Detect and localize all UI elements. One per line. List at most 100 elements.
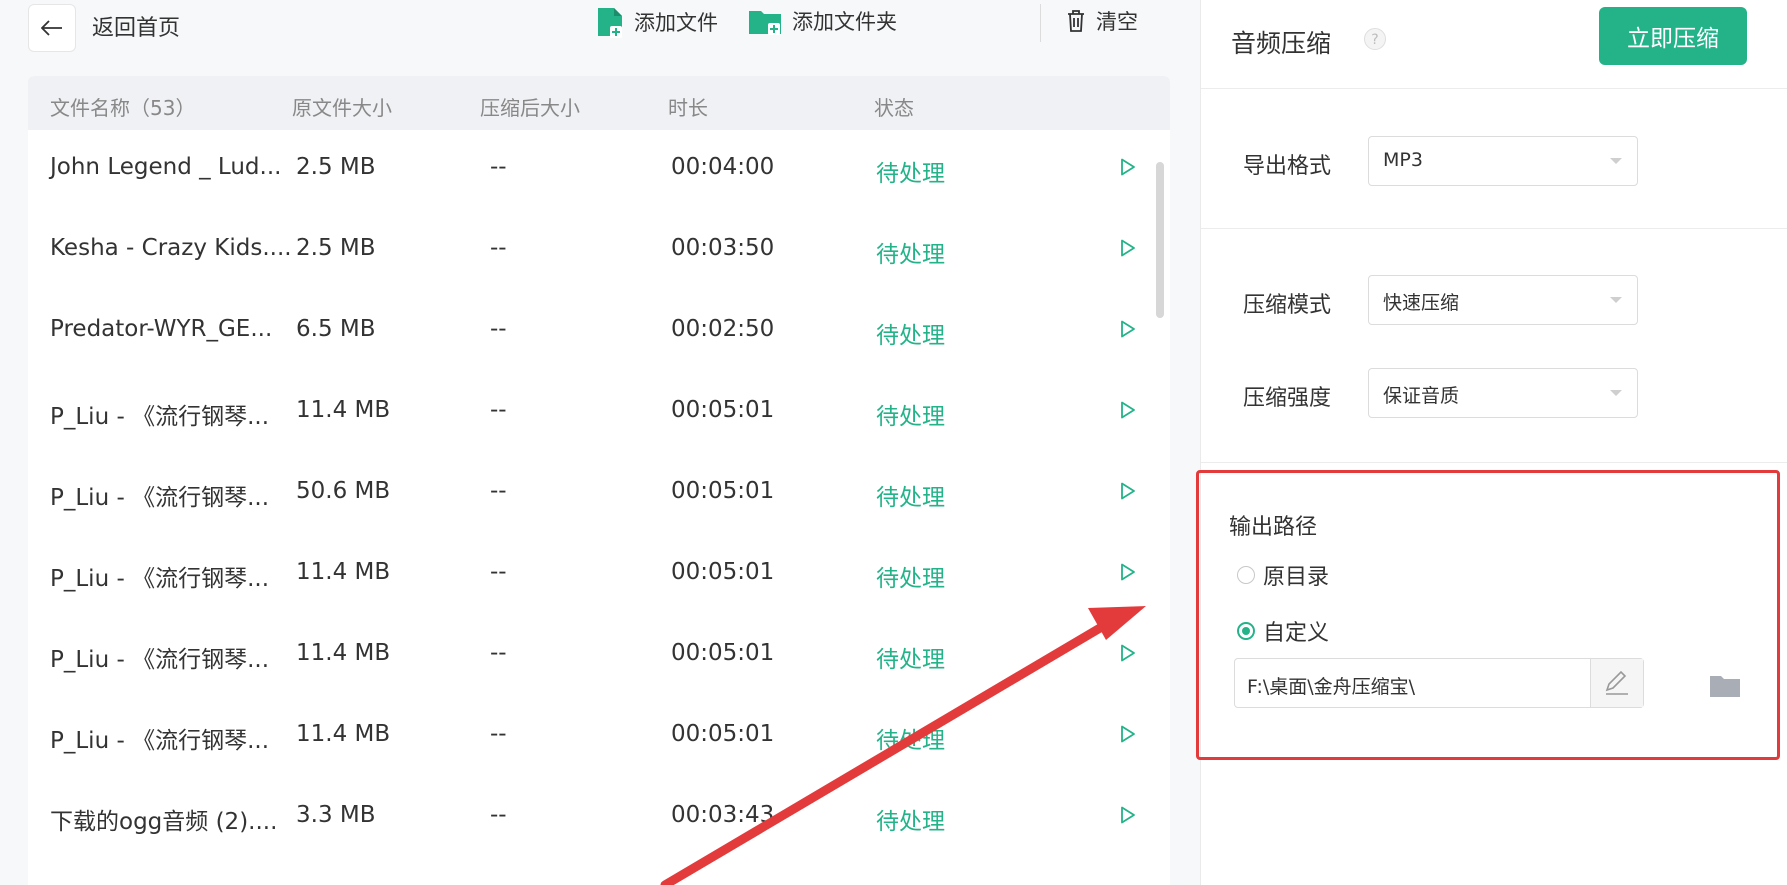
original-size-cell: 50.6 MB [296, 478, 391, 504]
panel-title: 音频压缩 [1231, 29, 1332, 58]
play-icon[interactable] [1120, 401, 1136, 419]
compressed-size-cell: -- [490, 559, 507, 585]
svg-text:?: ? [1371, 32, 1378, 48]
compressed-size-cell: -- [490, 397, 507, 423]
file-name-cell: Predator-WYR_GE... [50, 316, 273, 342]
chevron-down-icon [1610, 390, 1622, 396]
compress-mode-select[interactable]: 快速压缩 [1368, 275, 1638, 325]
panel-divider [1201, 462, 1787, 463]
file-name-cell: P_Liu - 《流行钢琴... [50, 485, 270, 511]
list-scrollbar[interactable] [1156, 162, 1164, 318]
table-header: 文件名称（53） 原文件大小 压缩后大小 时长 状态 [28, 76, 1170, 130]
output-path-field[interactable]: F:\桌面\金舟压缩宝\ [1234, 658, 1644, 708]
clear-button[interactable]: 清空 [1066, 6, 1138, 36]
radio-circle-selected [1237, 622, 1255, 640]
back-button[interactable] [28, 4, 76, 52]
table-row[interactable]: P_Liu - 《流行钢琴... 11.4 MB -- 00:05:01 待处理 [28, 697, 1148, 778]
radio-custom-label: 自定义 [1263, 621, 1330, 646]
file-name-cell: P_Liu - 《流行钢琴... [50, 728, 270, 754]
edit-path-button[interactable] [1590, 659, 1643, 707]
compress-strength-label: 压缩强度 [1243, 386, 1332, 411]
duration-cell: 00:05:01 [671, 640, 775, 666]
compress-now-button[interactable]: 立即压缩 [1599, 7, 1747, 65]
play-icon[interactable] [1120, 482, 1136, 500]
file-name-cell: P_Liu - 《流行钢琴... [50, 404, 270, 430]
status-badge: 待处理 [876, 566, 945, 592]
duration-cell: 00:05:01 [671, 721, 775, 747]
add-file-button[interactable]: 添加文件 [596, 6, 718, 38]
original-size-cell: 11.4 MB [296, 640, 391, 666]
original-size-cell: 11.4 MB [296, 721, 391, 747]
duration-cell: 00:02:50 [671, 316, 775, 342]
radio-original-label: 原目录 [1263, 565, 1330, 590]
duration-cell: 00:03:50 [671, 235, 775, 261]
radio-original-directory[interactable]: 原目录 [1237, 559, 1329, 591]
play-icon[interactable] [1120, 158, 1136, 176]
status-badge: 待处理 [876, 323, 945, 349]
chevron-down-icon [1610, 297, 1622, 303]
table-row[interactable]: P_Liu - 《流行钢琴... 11.4 MB -- 00:05:01 待处理 [28, 373, 1148, 454]
status-badge: 待处理 [876, 485, 945, 511]
export-format-select[interactable]: MP3 [1368, 136, 1638, 186]
output-path-title: 输出路径 [1229, 515, 1318, 540]
table-row[interactable]: Kesha - Crazy Kids.... 2.5 MB -- 00:03:5… [28, 211, 1148, 292]
add-file-label: 添加文件 [634, 11, 718, 35]
folder-add-icon [749, 11, 781, 35]
file-name-cell: John Legend _ Lud... [50, 154, 282, 180]
top-toolbar: 返回首页 添加文件 添加文件夹 清空 [0, 0, 1200, 74]
table-row[interactable]: John Legend _ Lud... 2.5 MB -- 00:04:00 … [28, 130, 1148, 211]
play-icon[interactable] [1120, 725, 1136, 743]
file-name-cell: P_Liu - 《流行钢琴... [50, 566, 270, 592]
compress-strength-select[interactable]: 保证音质 [1368, 368, 1638, 418]
radio-circle [1237, 566, 1255, 584]
clear-label: 清空 [1096, 10, 1138, 34]
play-icon[interactable] [1120, 806, 1136, 824]
compressed-size-cell: -- [490, 802, 507, 828]
header-duration: 时长 [668, 96, 708, 120]
panel-divider [1201, 228, 1787, 229]
add-folder-label: 添加文件夹 [792, 10, 897, 34]
play-icon[interactable] [1120, 644, 1136, 662]
compressed-size-cell: -- [490, 640, 507, 666]
status-badge: 待处理 [876, 809, 945, 835]
compressed-size-cell: -- [490, 154, 507, 180]
play-icon[interactable] [1120, 239, 1136, 257]
table-row[interactable]: 下载的ogg音频 (2).... 3.3 MB -- 00:03:43 待处理 [28, 778, 1148, 859]
compress-mode-label: 压缩模式 [1243, 293, 1332, 318]
table-row[interactable]: P_Liu - 《流行钢琴... 11.4 MB -- 00:05:01 待处理 [28, 535, 1148, 616]
folder-icon[interactable] [1709, 674, 1741, 698]
original-size-cell: 11.4 MB [296, 559, 391, 585]
radio-custom-directory[interactable]: 自定义 [1237, 615, 1329, 647]
compressed-size-cell: -- [490, 478, 507, 504]
output-path-value: F:\桌面\金舟压缩宝\ [1247, 676, 1416, 698]
compressed-size-cell: -- [490, 316, 507, 342]
compressed-size-cell: -- [490, 721, 507, 747]
header-file-name: 文件名称（53） [50, 96, 196, 120]
status-badge: 待处理 [876, 404, 945, 430]
header-original-size: 原文件大小 [292, 96, 392, 120]
chevron-down-icon [1610, 158, 1622, 164]
play-icon[interactable] [1120, 320, 1136, 338]
help-icon[interactable]: ? [1363, 27, 1387, 51]
header-compressed-size: 压缩后大小 [480, 96, 580, 120]
file-add-icon [598, 8, 622, 38]
trash-icon [1068, 10, 1084, 32]
duration-cell: 00:03:43 [671, 802, 775, 828]
compressed-size-cell: -- [490, 235, 507, 261]
output-path-section: 输出路径 原目录 自定义 F:\桌面\金舟压缩宝\ [1196, 470, 1780, 760]
panel-divider [1201, 88, 1787, 89]
table-row[interactable]: P_Liu - 《流行钢琴... 50.6 MB -- 00:05:01 待处理 [28, 454, 1148, 535]
toolbar-divider [1040, 4, 1041, 42]
back-home-link[interactable]: 返回首页 [92, 10, 180, 42]
original-size-cell: 6.5 MB [296, 316, 376, 342]
original-size-cell: 11.4 MB [296, 397, 391, 423]
status-badge: 待处理 [876, 728, 945, 754]
table-row[interactable]: Predator-WYR_GE... 6.5 MB -- 00:02:50 待处… [28, 292, 1148, 373]
file-list-panel: 文件名称（53） 原文件大小 压缩后大小 时长 状态 John Legend _… [28, 76, 1170, 885]
play-icon[interactable] [1120, 563, 1136, 581]
add-folder-button[interactable]: 添加文件夹 [748, 6, 897, 36]
table-row[interactable]: P_Liu - 《流行钢琴... 11.4 MB -- 00:05:01 待处理 [28, 616, 1148, 697]
export-format-value: MP3 [1383, 149, 1423, 171]
pencil-icon [1605, 670, 1628, 695]
status-badge: 待处理 [876, 161, 945, 187]
